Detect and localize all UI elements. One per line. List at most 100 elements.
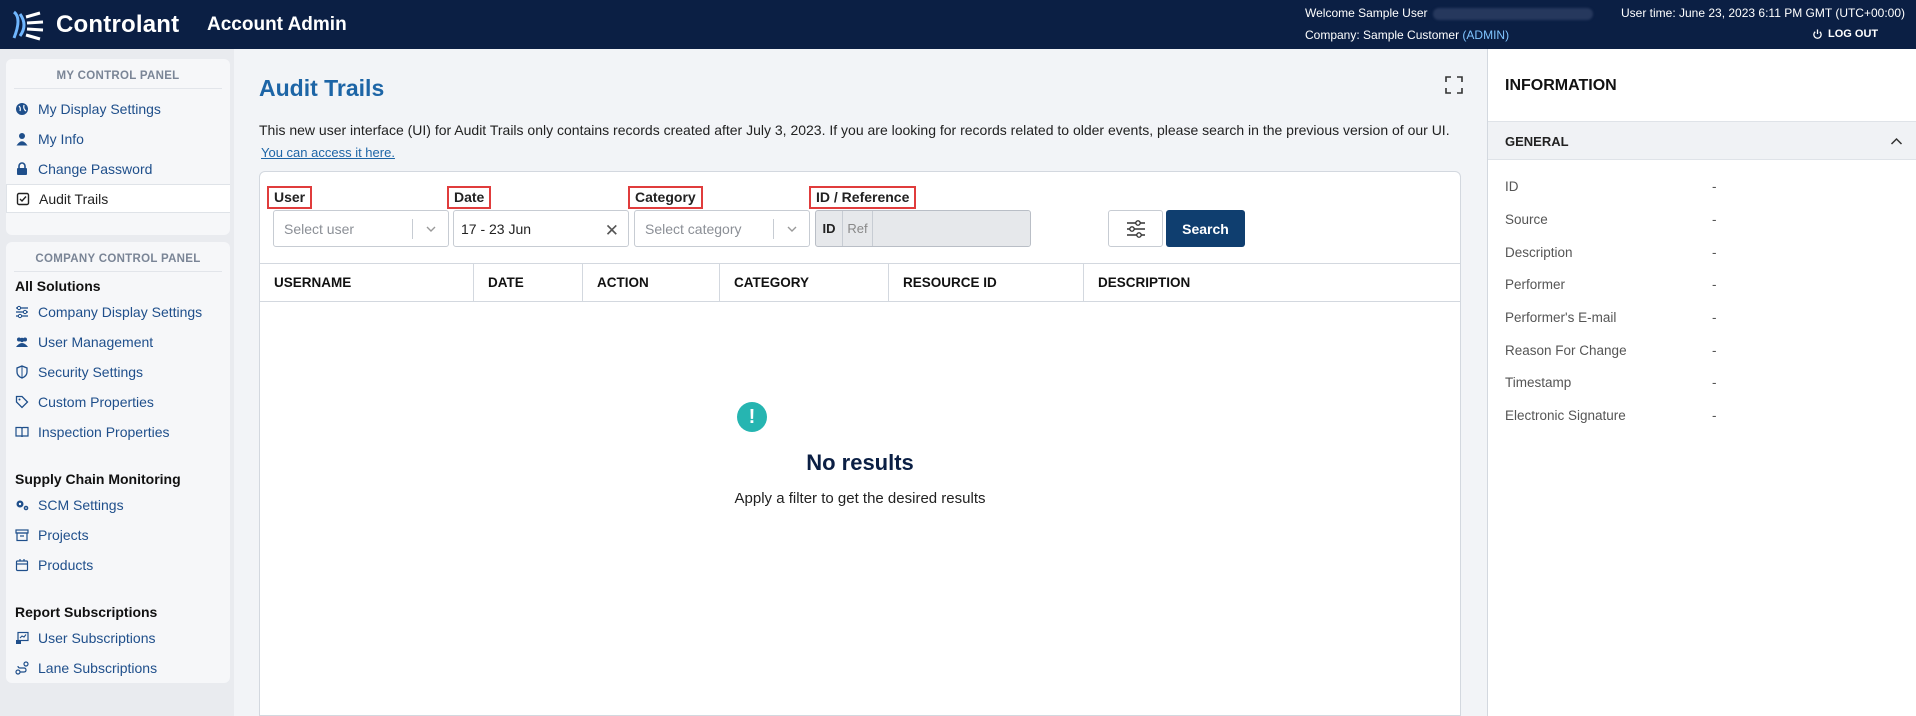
info-label-performer: Performer — [1505, 277, 1566, 292]
welcome-label: Welcome Sample User — [1305, 6, 1428, 20]
empty-state-title: No results — [806, 450, 914, 475]
app-title: Account Admin — [207, 14, 347, 35]
column-header-date[interactable]: DATE — [474, 264, 583, 301]
category-select-placeholder: Select category — [645, 220, 742, 237]
column-header-resource-id[interactable]: RESOURCE ID — [889, 264, 1084, 301]
company-control-panel: COMPANY CONTROL PANEL All Solutions Comp… — [6, 242, 230, 683]
sidebar-item-user-management[interactable]: User Management — [6, 327, 230, 356]
notice-text: This new user interface (UI) for Audit T… — [259, 122, 1450, 138]
user-select-placeholder: Select user — [284, 220, 355, 237]
box-icon — [15, 558, 29, 571]
sidebar-item-projects[interactable]: Projects — [6, 520, 230, 549]
info-value-source: - — [1712, 212, 1717, 227]
sidebar: MY CONTROL PANEL My Display Settings My … — [0, 49, 234, 716]
archive-icon — [15, 528, 29, 541]
info-value-reason-for-change: - — [1712, 343, 1717, 358]
column-header-username[interactable]: USERNAME — [260, 264, 474, 301]
advanced-filters-button[interactable] — [1108, 210, 1163, 247]
sidebar-item-lane-subscriptions[interactable]: Lane Subscriptions — [6, 653, 230, 682]
info-value-performer: - — [1712, 277, 1717, 292]
users-icon — [16, 337, 28, 347]
globe-icon — [16, 102, 28, 115]
column-header-category[interactable]: CATEGORY — [720, 264, 889, 301]
information-panel: INFORMATION GENERAL ID Source Descriptio… — [1487, 49, 1916, 716]
table-header: USERNAME DATE ACTION CATEGORY RESOURCE I… — [260, 263, 1460, 302]
sidebar-item-label: Security Settings — [38, 363, 144, 380]
user-time: User time: June 23, 2023 6:11 PM GMT (UT… — [1621, 6, 1906, 20]
sidebar-item-label: My Display Settings — [38, 100, 161, 117]
search-button[interactable]: Search — [1166, 210, 1245, 247]
company-label: Company: Sample Customer — [1305, 28, 1460, 42]
select-separator — [773, 219, 774, 239]
information-title: INFORMATION — [1505, 77, 1617, 94]
sidebar-item-company-display-settings[interactable]: Company Display Settings — [6, 297, 230, 326]
gears-icon — [16, 500, 29, 510]
sidebar-item-user-subscriptions[interactable]: User Subscriptions — [6, 623, 230, 652]
info-value-id: - — [1712, 179, 1717, 194]
logout-button[interactable]: LOG OUT — [1812, 28, 1878, 40]
chevron-up-icon — [1890, 137, 1903, 145]
my-control-panel: MY CONTROL PANEL My Display Settings My … — [6, 59, 230, 235]
sidebar-item-scm-settings[interactable]: SCM Settings — [6, 490, 230, 519]
sidebar-item-my-info[interactable]: My Info — [6, 124, 230, 153]
id-reference-label: ID / Reference — [809, 186, 917, 209]
id-toggle[interactable]: ID — [816, 211, 843, 246]
sidebar-item-products[interactable]: Products — [6, 550, 230, 579]
sidebar-item-change-password[interactable]: Change Password — [6, 154, 230, 183]
route-icon — [15, 660, 29, 675]
sidebar-item-label: Lane Subscriptions — [38, 659, 158, 676]
company-panel-title: COMPANY CONTROL PANEL — [14, 242, 222, 272]
sidebar-item-label: Products — [38, 556, 94, 573]
clear-date-icon[interactable]: ✕ — [605, 221, 619, 241]
sidebar-item-label: My Info — [38, 130, 84, 147]
date-filter-label: Date — [447, 186, 492, 209]
sidebar-item-label: SCM Settings — [38, 496, 124, 513]
sidebar-item-label: Custom Properties — [38, 393, 154, 410]
sidebar-item-label: User Management — [38, 333, 154, 350]
general-section-toggle[interactable]: GENERAL — [1488, 121, 1916, 160]
select-separator — [412, 219, 413, 239]
sidebar-item-label: Company Display Settings — [38, 303, 203, 320]
sidebar-item-audit-trails[interactable]: Audit Trails — [6, 184, 230, 213]
sliders-icon — [1126, 219, 1145, 238]
redacted-email — [1433, 7, 1594, 20]
chevron-down-icon — [787, 226, 797, 232]
category-select[interactable]: Select category — [634, 210, 810, 247]
user-filter-label: User — [267, 186, 313, 209]
logo[interactable]: Controlant — [10, 8, 179, 42]
sidebar-item-security-settings[interactable]: Security Settings — [6, 357, 230, 386]
column-header-action[interactable]: ACTION — [583, 264, 720, 301]
category-filter-label: Category — [628, 186, 703, 209]
info-label-electronic-signature: Electronic Signature — [1505, 408, 1626, 423]
chart-subscription-icon — [16, 631, 29, 644]
info-value-timestamp: - — [1712, 375, 1717, 390]
report-subscriptions-heading: Report Subscriptions — [15, 604, 158, 620]
company-role: (ADMIN) — [1462, 28, 1510, 42]
ref-toggle[interactable]: Ref — [843, 211, 873, 246]
fullscreen-icon[interactable] — [1444, 75, 1464, 95]
info-label-source: Source — [1505, 212, 1548, 227]
top-header: Controlant Account Admin Welcome Sample … — [0, 0, 1916, 49]
sidebar-item-my-display-settings[interactable]: My Display Settings — [6, 94, 230, 123]
user-select[interactable]: Select user — [273, 210, 449, 247]
book-icon — [15, 426, 29, 437]
date-range-picker[interactable]: 17 - 23 Jun ✕ — [453, 210, 629, 247]
info-label-timestamp: Timestamp — [1505, 375, 1572, 390]
id-reference-input[interactable] — [873, 211, 1030, 246]
access-old-version-link[interactable]: You can access it here. — [261, 145, 395, 160]
audit-trails-card: User Select user Date 17 - 23 Jun ✕ Cate… — [259, 171, 1461, 716]
chevron-down-icon — [426, 226, 436, 232]
main-content: Audit Trails This new user interface (UI… — [234, 49, 1487, 716]
controlant-logo-icon — [12, 10, 44, 41]
column-header-description[interactable]: DESCRIPTION — [1084, 264, 1460, 301]
info-label-id: ID — [1505, 179, 1519, 194]
sidebar-item-inspection-properties[interactable]: Inspection Properties — [6, 417, 230, 446]
checkbox-icon — [16, 192, 30, 205]
shield-icon — [16, 364, 28, 379]
welcome-text: Welcome Sample User — [1305, 6, 1594, 20]
empty-state-subtitle: Apply a filter to get the desired result… — [734, 490, 986, 507]
sidebar-item-custom-properties[interactable]: Custom Properties — [6, 387, 230, 416]
info-label-description: Description — [1505, 245, 1573, 260]
my-panel-title: MY CONTROL PANEL — [14, 59, 222, 89]
general-section-title: GENERAL — [1505, 134, 1569, 149]
